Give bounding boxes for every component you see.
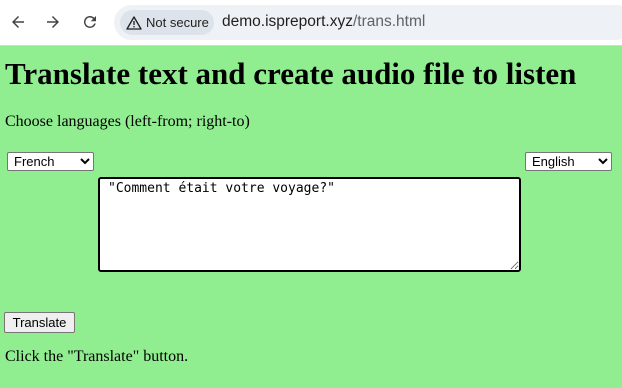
from-language-select[interactable]: French <box>7 152 94 171</box>
page-title: Translate text and create audio file to … <box>5 56 577 91</box>
browser-toolbar: Not secure demo.ispreport.xyz/trans.html <box>0 0 622 46</box>
to-language-select[interactable]: English <box>525 152 612 171</box>
reload-button[interactable] <box>79 11 101 33</box>
url-domain: demo.ispreport.xyz <box>222 13 353 30</box>
back-arrow-icon <box>12 16 24 28</box>
source-text-input[interactable]: "Comment était votre voyage?" <box>98 177 521 272</box>
language-instructions: Choose languages (left-from; right-to) <box>5 113 250 130</box>
url-text[interactable]: demo.ispreport.xyz/trans.html <box>222 13 425 31</box>
site-security-chip[interactable]: Not secure <box>120 10 214 35</box>
warning-triangle-icon <box>126 15 142 30</box>
address-bar[interactable]: Not secure demo.ispreport.xyz/trans.html <box>114 5 622 40</box>
forward-button[interactable] <box>42 11 64 33</box>
security-label: Not secure <box>146 15 209 30</box>
back-button[interactable] <box>7 11 29 33</box>
forward-arrow-icon <box>47 16 59 28</box>
url-path: /trans.html <box>352 13 426 30</box>
translate-button[interactable]: Translate <box>4 312 75 333</box>
status-message: Click the "Translate" button. <box>5 348 189 365</box>
reload-icon <box>83 15 96 28</box>
